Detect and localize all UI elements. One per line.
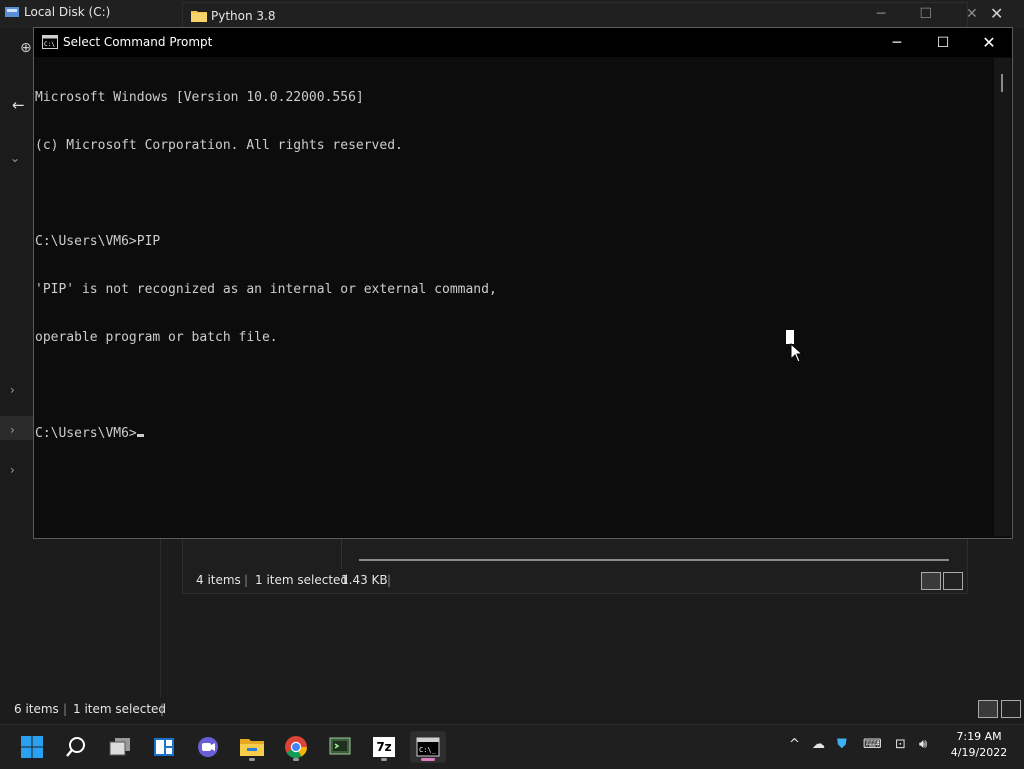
search-icon	[66, 737, 85, 757]
mouse-pointer-icon	[790, 343, 804, 363]
widgets-button[interactable]	[146, 731, 182, 763]
system-clock[interactable]: 7:19 AM 4/19/2022	[948, 729, 1010, 761]
minimize-icon[interactable]: ─	[874, 32, 920, 54]
onedrive-icon[interactable]: ☁	[812, 737, 825, 752]
chat-button[interactable]	[190, 731, 226, 763]
status-item-count: 4 items	[196, 573, 241, 587]
command-prompt-titlebar[interactable]: C:\ Select Command Prompt ─ ☐ ✕	[34, 28, 1012, 57]
windows-logo-icon	[21, 736, 43, 758]
python-explorer-statusbar: 4 items | 1 item selected 1.43 KB |	[183, 569, 967, 593]
python-explorer-title: Python 3.8	[211, 9, 276, 23]
network-icon[interactable]: ⊡	[895, 737, 906, 752]
console-line: operable program or batch file.	[35, 330, 278, 345]
search-button[interactable]	[58, 731, 94, 763]
task-view-button[interactable]	[102, 731, 138, 763]
close-icon[interactable]: ✕	[966, 32, 1012, 54]
tiles-view-button[interactable]	[943, 572, 963, 590]
console-output[interactable]: Microsoft Windows [Version 10.0.22000.55…	[35, 58, 990, 536]
background-explorer-title: Local Disk (C:)	[24, 5, 111, 19]
status-selected: 1 item selected	[255, 573, 349, 587]
running-indicator	[421, 758, 435, 761]
terminal-tool-button[interactable]	[322, 731, 358, 763]
console-prompt: C:\Users\VM6>	[35, 426, 137, 441]
7zip-button[interactable]: 7z	[366, 731, 402, 763]
python-window-controls: ─ ☐ ✕	[843, 6, 978, 22]
console-line: Microsoft Windows [Version 10.0.22000.55…	[35, 90, 364, 105]
running-indicator	[293, 758, 299, 761]
python-explorer-titlebar[interactable]: Python 3.8 ─ ☐ ✕	[183, 3, 978, 29]
maximize-icon[interactable]: ☐	[920, 32, 966, 54]
command-prompt-window: C:\ Select Command Prompt ─ ☐ ✕ Microsof…	[33, 27, 1013, 539]
text-cursor	[136, 434, 144, 437]
drive-icon	[5, 7, 19, 17]
status-size: 1.43 KB	[341, 573, 388, 587]
status-divider: |	[160, 702, 165, 716]
chevron-right-icon[interactable]: ›	[10, 423, 15, 437]
new-icon[interactable]: ⊕	[20, 40, 32, 56]
folder-icon	[191, 11, 207, 22]
scrollbar-thumb[interactable]	[1001, 74, 1003, 92]
security-shield-icon[interactable]: ⛊	[837, 737, 847, 752]
task-view-icon	[109, 738, 130, 756]
background-explorer-statusbar: 6 items | 1 item selected |	[0, 697, 1024, 724]
command-prompt-title: Select Command Prompt	[63, 35, 213, 49]
vertical-scrollbar[interactable]	[994, 58, 1011, 536]
details-view-button[interactable]	[978, 700, 998, 718]
status-item-count: 6 items	[14, 702, 59, 716]
clock-date: 4/19/2022	[950, 746, 1008, 759]
status-divider: |	[244, 573, 249, 587]
svg-text:C:\: C:\	[44, 41, 55, 48]
teams-chat-icon	[198, 737, 218, 757]
status-divider: |	[387, 573, 392, 587]
details-view-button[interactable]	[921, 572, 941, 590]
svg-text:C:\_: C:\_	[419, 746, 437, 754]
keyboard-icon[interactable]: ⌨	[863, 737, 882, 752]
maximize-icon[interactable]: ☐	[919, 6, 932, 22]
file-explorer-button[interactable]	[234, 731, 270, 763]
chrome-button[interactable]	[278, 731, 314, 763]
terminal-tool-icon	[329, 737, 351, 755]
command-prompt-icon: C:\	[42, 35, 58, 49]
status-selected: 1 item selected	[73, 702, 167, 716]
folder-icon	[240, 739, 264, 756]
chevron-right-icon[interactable]: ›	[10, 463, 15, 477]
running-indicator	[249, 758, 255, 761]
taskbar: 7z C:\_ ^ ☁ ⛊ ⌨ ⊡ 🔊︎ 7:19 AM 4/19/2022	[0, 724, 1024, 769]
console-prompt-line[interactable]: C:\Users\VM6>	[35, 426, 990, 442]
console-line: (c) Microsoft Corporation. All rights re…	[35, 138, 403, 153]
horizontal-scrollbar[interactable]	[359, 559, 949, 561]
selection-block	[786, 330, 794, 344]
command-prompt-icon: C:\_	[416, 737, 440, 757]
chevron-right-icon[interactable]: ›	[10, 383, 15, 397]
chevron-up-icon[interactable]: ^	[789, 737, 800, 752]
console-line: 'PIP' is not recognized as an internal o…	[35, 282, 497, 297]
running-indicator	[381, 758, 387, 761]
minimize-icon[interactable]: ─	[877, 6, 885, 22]
close-icon[interactable]: ✕	[990, 4, 1003, 23]
chevron-down-icon[interactable]: ⌄	[10, 151, 20, 165]
clock-time: 7:19 AM	[956, 730, 1002, 743]
close-icon[interactable]: ✕	[966, 6, 978, 22]
status-divider: |	[63, 702, 68, 716]
command-prompt-taskbar-button[interactable]: C:\_	[410, 731, 446, 763]
tiles-view-button[interactable]	[1001, 700, 1021, 718]
start-button[interactable]	[14, 731, 50, 763]
volume-icon[interactable]: 🔊︎	[919, 737, 927, 752]
back-arrow-icon[interactable]: ←	[12, 96, 25, 114]
7zip-icon: 7z	[373, 737, 395, 757]
console-line: C:\Users\VM6>PIP	[35, 234, 161, 249]
pane-divider	[341, 539, 342, 569]
chrome-icon	[285, 736, 307, 758]
widgets-icon	[154, 738, 174, 756]
